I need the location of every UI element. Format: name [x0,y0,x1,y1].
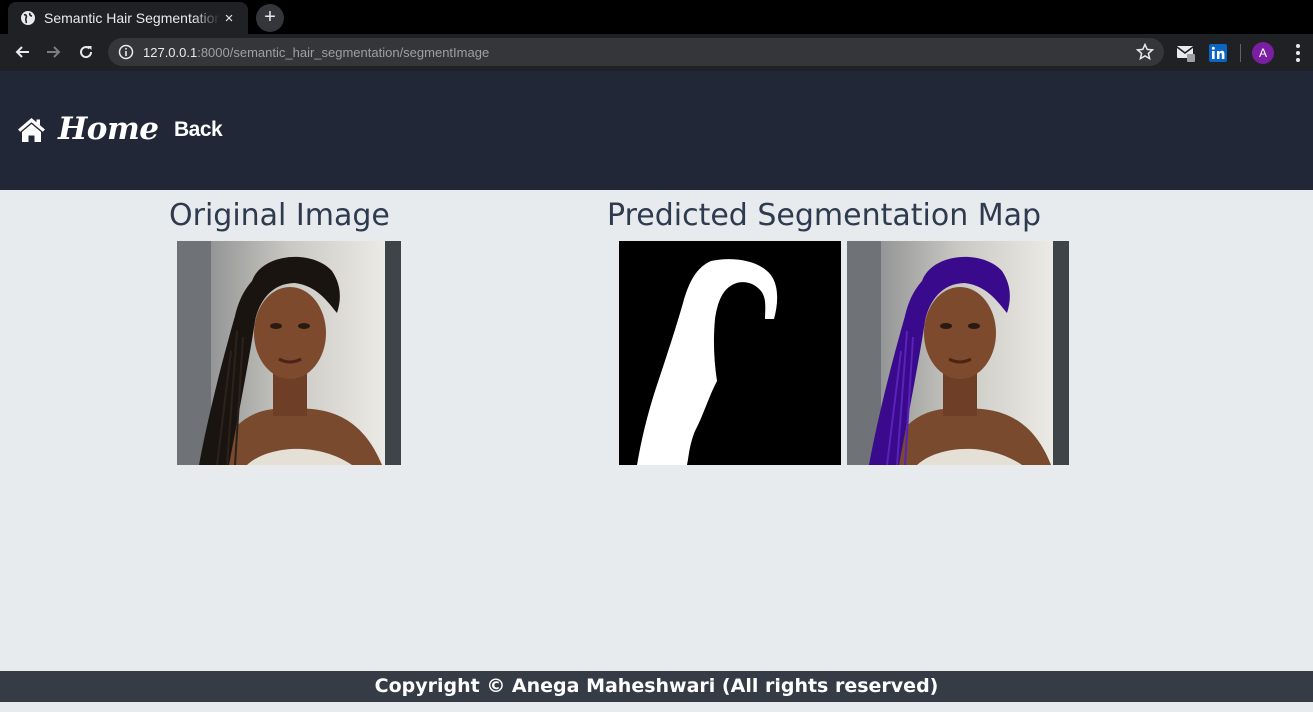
reload-icon[interactable] [73,39,99,65]
home-icon [18,117,45,142]
page-body: Home Back Original Image Predicted Segme… [0,71,1313,712]
segmentation-mask-image [619,241,841,465]
site-navbar: Home Back [0,71,1313,190]
browser-tab-strip: Semantic Hair Segmentation × + [0,0,1313,34]
tab-close-icon[interactable]: × [220,10,238,27]
browser-tab[interactable]: Semantic Hair Segmentation × [8,2,248,34]
home-label: Home [58,111,159,147]
mail-extension-icon[interactable] [1176,43,1196,63]
tab-title: Semantic Hair Segmentation [44,10,220,26]
home-link[interactable]: Home [16,111,159,147]
predicted-map-heading: Predicted Segmentation Map [607,198,1042,233]
url-host: 127.0.0.1 [143,44,198,60]
linkedin-icon[interactable] [1208,43,1228,63]
site-info-icon[interactable] [118,44,134,60]
segmentation-overlay-image [847,241,1069,465]
toolbar-divider [1240,44,1241,62]
original-image [177,241,401,465]
page-bottom-strip [0,702,1313,712]
address-bar[interactable]: 127.0.0.1:8000/semantic_hair_segmentatio… [108,38,1164,66]
footer-copyright: Copyright © Anega Maheshwari (All rights… [0,671,1313,702]
forward-arrow-icon[interactable] [41,39,67,65]
profile-avatar[interactable]: A [1252,42,1274,64]
back-arrow-icon[interactable] [9,39,35,65]
url-path: :8000/semantic_hair_segmentation/segment… [197,44,490,60]
original-image-heading: Original Image [169,198,390,233]
browser-toolbar: 127.0.0.1:8000/semantic_hair_segmentatio… [0,34,1313,71]
bookmark-star-icon[interactable] [1136,43,1154,61]
back-link[interactable]: Back [174,118,223,142]
globe-icon [21,11,35,25]
new-tab-button[interactable]: + [256,4,284,32]
more-menu-icon[interactable] [1288,42,1308,64]
